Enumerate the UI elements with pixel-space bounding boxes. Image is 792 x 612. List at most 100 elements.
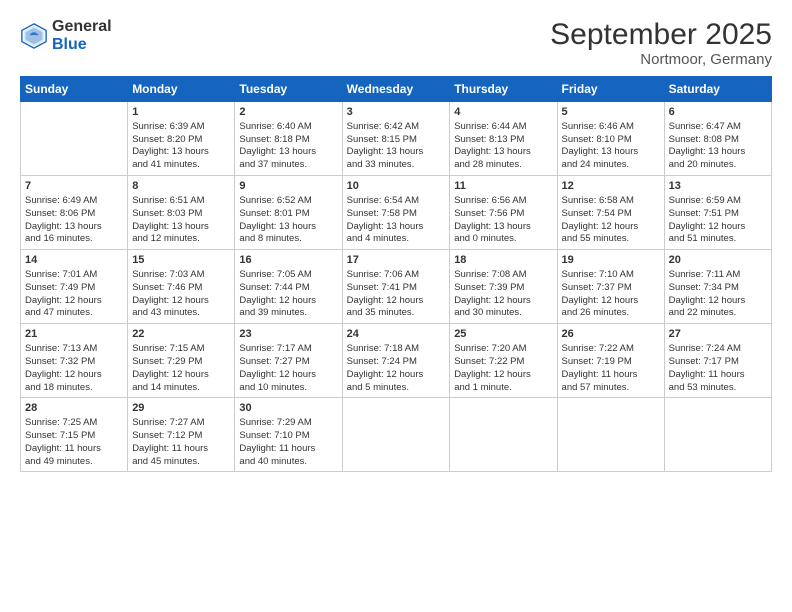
cell-line: Daylight: 12 hours [239, 295, 316, 306]
cell-line: and 43 minutes. [132, 307, 200, 318]
cell-line: and 26 minutes. [562, 307, 630, 318]
cell-line: Sunset: 8:10 PM [562, 134, 632, 145]
cell-line: Sunset: 8:01 PM [239, 208, 309, 219]
cell-line: Sunset: 7:12 PM [132, 430, 202, 441]
cell-line: Sunset: 7:51 PM [669, 208, 739, 219]
cell-line: Sunset: 7:37 PM [562, 282, 632, 293]
day-number: 23 [239, 327, 337, 342]
cell-line: and 40 minutes. [239, 456, 307, 467]
day-number: 3 [347, 105, 446, 120]
cell-line: Daylight: 12 hours [562, 221, 639, 232]
cell-line: Sunrise: 6:46 AM [562, 121, 634, 132]
cell-line: Sunset: 7:58 PM [347, 208, 417, 219]
cell-line: Sunrise: 7:10 AM [562, 269, 634, 280]
cell-line: Daylight: 11 hours [239, 443, 315, 454]
calendar-cell: 29Sunrise: 7:27 AMSunset: 7:12 PMDayligh… [128, 398, 235, 472]
cell-line: Daylight: 12 hours [347, 295, 424, 306]
cell-line: Daylight: 12 hours [239, 369, 316, 380]
calendar-week-row: 7Sunrise: 6:49 AMSunset: 8:06 PMDaylight… [21, 176, 772, 250]
cell-line: and 18 minutes. [25, 382, 93, 393]
cell-line: Sunset: 7:39 PM [454, 282, 524, 293]
cell-line: Sunrise: 7:24 AM [669, 343, 741, 354]
cell-line: Sunset: 7:17 PM [669, 356, 739, 367]
col-sunday: Sunday [21, 77, 128, 102]
cell-line: Sunrise: 6:56 AM [454, 195, 526, 206]
cell-line: Sunset: 7:29 PM [132, 356, 202, 367]
day-number: 26 [562, 327, 660, 342]
location: Nortmoor, Germany [550, 51, 772, 68]
cell-line: Sunrise: 6:42 AM [347, 121, 419, 132]
cell-line: Sunset: 7:22 PM [454, 356, 524, 367]
day-number: 19 [562, 253, 660, 268]
calendar-cell: 25Sunrise: 7:20 AMSunset: 7:22 PMDayligh… [450, 324, 557, 398]
col-tuesday: Tuesday [235, 77, 342, 102]
cell-line: Sunset: 7:27 PM [239, 356, 309, 367]
cell-content: 7Sunrise: 6:49 AMSunset: 8:06 PMDaylight… [25, 179, 123, 246]
cell-content: 22Sunrise: 7:15 AMSunset: 7:29 PMDayligh… [132, 327, 230, 394]
calendar-cell [557, 398, 664, 472]
calendar-cell: 28Sunrise: 7:25 AMSunset: 7:15 PMDayligh… [21, 398, 128, 472]
cell-line: Sunrise: 6:40 AM [239, 121, 311, 132]
cell-line: Sunrise: 6:47 AM [669, 121, 741, 132]
cell-line: Sunrise: 7:20 AM [454, 343, 526, 354]
cell-line: Sunset: 7:56 PM [454, 208, 524, 219]
cell-line: Daylight: 13 hours [132, 146, 209, 157]
calendar-cell: 7Sunrise: 6:49 AMSunset: 8:06 PMDaylight… [21, 176, 128, 250]
day-number: 29 [132, 401, 230, 416]
cell-content: 8Sunrise: 6:51 AMSunset: 8:03 PMDaylight… [132, 179, 230, 246]
calendar-cell: 4Sunrise: 6:44 AMSunset: 8:13 PMDaylight… [450, 102, 557, 176]
cell-line: Sunset: 8:18 PM [239, 134, 309, 145]
cell-line: and 16 minutes. [25, 233, 93, 244]
calendar-week-row: 21Sunrise: 7:13 AMSunset: 7:32 PMDayligh… [21, 324, 772, 398]
cell-line: and 30 minutes. [454, 307, 522, 318]
cell-line: Daylight: 13 hours [347, 146, 424, 157]
cell-line: Sunrise: 7:13 AM [25, 343, 97, 354]
cell-line: Sunrise: 7:25 AM [25, 417, 97, 428]
cell-content: 30Sunrise: 7:29 AMSunset: 7:10 PMDayligh… [239, 401, 337, 468]
day-number: 10 [347, 179, 446, 194]
cell-line: Sunset: 7:19 PM [562, 356, 632, 367]
cell-line: Daylight: 12 hours [347, 369, 424, 380]
cell-line: Daylight: 11 hours [132, 443, 208, 454]
cell-line: Daylight: 13 hours [25, 221, 102, 232]
logo-text: General Blue [52, 18, 112, 53]
cell-content: 10Sunrise: 6:54 AMSunset: 7:58 PMDayligh… [347, 179, 446, 246]
cell-content: 26Sunrise: 7:22 AMSunset: 7:19 PMDayligh… [562, 327, 660, 394]
cell-content: 15Sunrise: 7:03 AMSunset: 7:46 PMDayligh… [132, 253, 230, 320]
day-number: 18 [454, 253, 552, 268]
logo: General Blue [20, 18, 112, 53]
cell-line: Daylight: 11 hours [562, 369, 638, 380]
cell-line: and 41 minutes. [132, 159, 200, 170]
cell-line: Sunset: 8:03 PM [132, 208, 202, 219]
cell-line: Sunrise: 6:44 AM [454, 121, 526, 132]
cell-content: 28Sunrise: 7:25 AMSunset: 7:15 PMDayligh… [25, 401, 123, 468]
calendar-header-row: Sunday Monday Tuesday Wednesday Thursday… [21, 77, 772, 102]
day-number: 17 [347, 253, 446, 268]
day-number: 11 [454, 179, 552, 194]
cell-line: Sunrise: 7:06 AM [347, 269, 419, 280]
calendar-cell: 9Sunrise: 6:52 AMSunset: 8:01 PMDaylight… [235, 176, 342, 250]
cell-line: and 53 minutes. [669, 382, 737, 393]
cell-line: and 37 minutes. [239, 159, 307, 170]
calendar-cell [450, 398, 557, 472]
cell-line: Daylight: 13 hours [454, 221, 531, 232]
cell-content: 18Sunrise: 7:08 AMSunset: 7:39 PMDayligh… [454, 253, 552, 320]
cell-line: and 14 minutes. [132, 382, 200, 393]
cell-line: and 33 minutes. [347, 159, 415, 170]
calendar-cell: 14Sunrise: 7:01 AMSunset: 7:49 PMDayligh… [21, 250, 128, 324]
day-number: 1 [132, 105, 230, 120]
day-number: 9 [239, 179, 337, 194]
cell-line: Sunset: 7:10 PM [239, 430, 309, 441]
cell-line: Daylight: 12 hours [562, 295, 639, 306]
cell-content: 21Sunrise: 7:13 AMSunset: 7:32 PMDayligh… [25, 327, 123, 394]
cell-line: Sunrise: 7:18 AM [347, 343, 419, 354]
cell-line: and 57 minutes. [562, 382, 630, 393]
cell-line: Daylight: 12 hours [669, 221, 746, 232]
cell-line: and 22 minutes. [669, 307, 737, 318]
calendar-cell [342, 398, 450, 472]
cell-line: Sunset: 7:24 PM [347, 356, 417, 367]
cell-line: and 20 minutes. [669, 159, 737, 170]
cell-line: and 8 minutes. [239, 233, 301, 244]
cell-line: and 47 minutes. [25, 307, 93, 318]
cell-line: Sunrise: 7:29 AM [239, 417, 311, 428]
